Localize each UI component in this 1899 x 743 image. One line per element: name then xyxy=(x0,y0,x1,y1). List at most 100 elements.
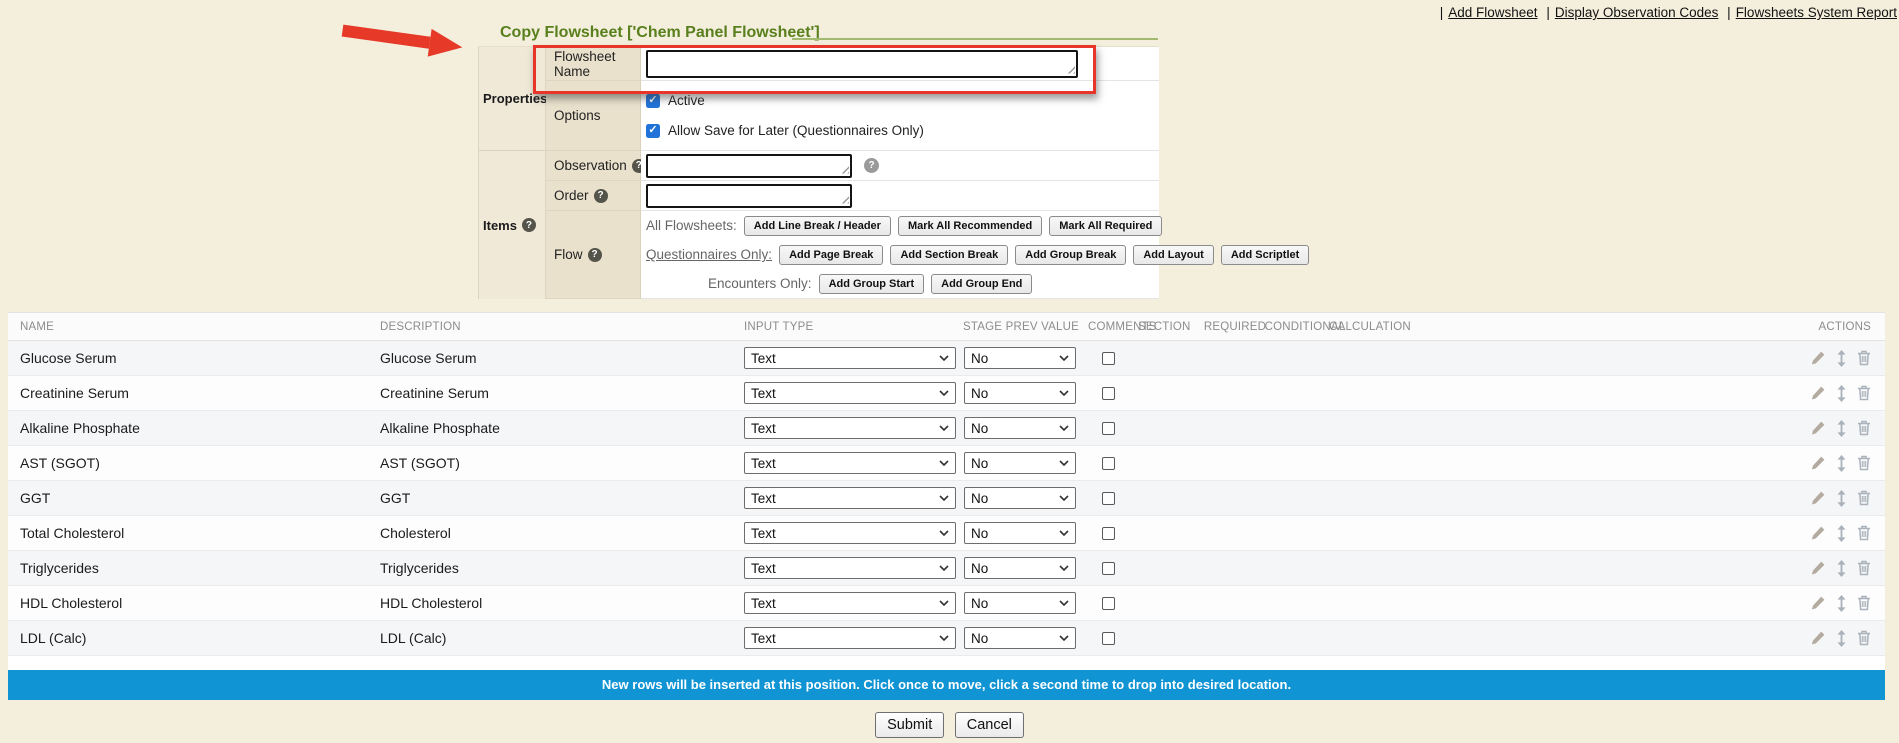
item-calculation xyxy=(1340,446,1400,480)
edit-icon[interactable] xyxy=(1810,595,1826,611)
display-observation-codes-link[interactable]: Display Observation Codes xyxy=(1555,5,1719,20)
stage-prev-value-select[interactable]: No xyxy=(964,347,1076,369)
items-group-label: Items ? xyxy=(479,151,546,299)
edit-icon[interactable] xyxy=(1810,560,1826,576)
input-type-select[interactable]: Text xyxy=(744,557,956,579)
chevron-down-icon xyxy=(939,390,949,396)
chevron-down-icon xyxy=(1059,355,1069,361)
table-row: HDL Cholesterol HDL Cholesterol Text No xyxy=(8,586,1885,621)
stage-prev-value-select[interactable]: No xyxy=(964,452,1076,474)
active-checkbox-label: Active xyxy=(668,93,705,108)
delete-icon[interactable] xyxy=(1857,595,1871,611)
stage-prev-value-select[interactable]: No xyxy=(964,417,1076,439)
edit-icon[interactable] xyxy=(1810,490,1826,506)
comments-checkbox[interactable] xyxy=(1102,422,1115,435)
comments-checkbox[interactable] xyxy=(1102,527,1115,540)
move-row-icon[interactable] xyxy=(1836,350,1847,367)
comments-checkbox[interactable] xyxy=(1102,562,1115,575)
input-type-select[interactable]: Text xyxy=(744,592,956,614)
delete-icon[interactable] xyxy=(1857,560,1871,576)
input-type-select[interactable]: Text xyxy=(744,627,956,649)
add-group-end-button[interactable]: Add Group End xyxy=(931,274,1032,294)
move-row-icon[interactable] xyxy=(1836,525,1847,542)
item-conditional xyxy=(1270,586,1340,620)
mark-all-recommended-button[interactable]: Mark All Recommended xyxy=(898,216,1042,236)
stage-prev-value-select[interactable]: No xyxy=(964,382,1076,404)
edit-icon[interactable] xyxy=(1810,385,1826,401)
delete-icon[interactable] xyxy=(1857,525,1871,541)
move-row-icon[interactable] xyxy=(1836,595,1847,612)
comments-checkbox[interactable] xyxy=(1102,387,1115,400)
add-section-break-button[interactable]: Add Section Break xyxy=(890,245,1008,265)
help-icon[interactable]: ? xyxy=(864,158,879,173)
edit-icon[interactable] xyxy=(1810,630,1826,646)
delete-icon[interactable] xyxy=(1857,490,1871,506)
comments-checkbox[interactable] xyxy=(1102,597,1115,610)
move-row-icon[interactable] xyxy=(1836,490,1847,507)
mark-all-required-button[interactable]: Mark All Required xyxy=(1049,216,1162,236)
delete-icon[interactable] xyxy=(1857,420,1871,436)
help-icon[interactable]: ? xyxy=(588,248,602,262)
help-icon[interactable]: ? xyxy=(522,218,536,232)
move-row-icon[interactable] xyxy=(1836,420,1847,437)
comments-checkbox[interactable] xyxy=(1102,632,1115,645)
delete-icon[interactable] xyxy=(1857,350,1871,366)
submit-button[interactable]: Submit xyxy=(875,712,944,738)
footer-actions: Submit Cancel xyxy=(0,712,1899,738)
chevron-down-icon xyxy=(939,600,949,606)
input-type-select[interactable]: Text xyxy=(744,347,956,369)
item-calculation xyxy=(1340,341,1400,375)
add-page-break-button[interactable]: Add Page Break xyxy=(779,245,883,265)
item-description: Glucose Serum xyxy=(380,341,740,375)
add-layout-button[interactable]: Add Layout xyxy=(1133,245,1214,265)
edit-icon[interactable] xyxy=(1810,350,1826,366)
flowsheet-name-input[interactable] xyxy=(646,50,1078,78)
allow-save-for-later-label: Allow Save for Later (Questionnaires Onl… xyxy=(668,123,924,138)
stage-prev-value-select[interactable]: No xyxy=(964,627,1076,649)
active-checkbox[interactable]: ✓ xyxy=(646,94,660,108)
item-name: HDL Cholesterol xyxy=(8,586,380,620)
stage-prev-value-select[interactable]: No xyxy=(964,557,1076,579)
move-row-icon[interactable] xyxy=(1836,455,1847,472)
stage-prev-value-select[interactable]: No xyxy=(964,592,1076,614)
input-type-select[interactable]: Text xyxy=(744,522,956,544)
table-row: GGT GGT Text No xyxy=(8,481,1885,516)
delete-icon[interactable] xyxy=(1857,385,1871,401)
add-flowsheet-link[interactable]: Add Flowsheet xyxy=(1448,5,1537,20)
edit-icon[interactable] xyxy=(1810,420,1826,436)
comments-checkbox[interactable] xyxy=(1102,352,1115,365)
cancel-button[interactable]: Cancel xyxy=(955,712,1024,738)
add-scriptlet-button[interactable]: Add Scriptlet xyxy=(1221,245,1309,265)
stage-prev-value-select[interactable]: No xyxy=(964,522,1076,544)
chevron-down-icon xyxy=(1059,390,1069,396)
comments-checkbox[interactable] xyxy=(1102,457,1115,470)
input-type-select[interactable]: Text xyxy=(744,417,956,439)
edit-icon[interactable] xyxy=(1810,525,1826,541)
item-name: Creatinine Serum xyxy=(8,376,380,410)
delete-icon[interactable] xyxy=(1857,455,1871,471)
input-type-select[interactable]: Text xyxy=(744,487,956,509)
observation-input[interactable] xyxy=(646,154,852,178)
add-line-break-header-button[interactable]: Add Line Break / Header xyxy=(744,216,891,236)
chevron-down-icon xyxy=(1059,565,1069,571)
stage-prev-value-select[interactable]: No xyxy=(964,487,1076,509)
flowsheets-system-report-link[interactable]: Flowsheets System Report xyxy=(1736,5,1897,20)
allow-save-for-later-checkbox[interactable]: ✓ xyxy=(646,124,660,138)
delete-icon[interactable] xyxy=(1857,630,1871,646)
add-group-start-button[interactable]: Add Group Start xyxy=(819,274,925,294)
move-row-icon[interactable] xyxy=(1836,630,1847,647)
comments-checkbox[interactable] xyxy=(1102,492,1115,505)
input-type-select[interactable]: Text xyxy=(744,382,956,404)
insert-position-bar[interactable]: New rows will be inserted at this positi… xyxy=(8,670,1885,700)
chevron-down-icon xyxy=(939,425,949,431)
move-row-icon[interactable] xyxy=(1836,560,1847,577)
input-type-select[interactable]: Text xyxy=(744,452,956,474)
table-row: Glucose Serum Glucose Serum Text No xyxy=(8,341,1885,376)
add-group-break-button[interactable]: Add Group Break xyxy=(1015,245,1126,265)
move-row-icon[interactable] xyxy=(1836,385,1847,402)
item-required xyxy=(1200,341,1270,375)
help-icon[interactable]: ? xyxy=(594,189,608,203)
edit-icon[interactable] xyxy=(1810,455,1826,471)
order-input[interactable] xyxy=(646,184,852,208)
item-description: Alkaline Phosphate xyxy=(380,411,740,445)
